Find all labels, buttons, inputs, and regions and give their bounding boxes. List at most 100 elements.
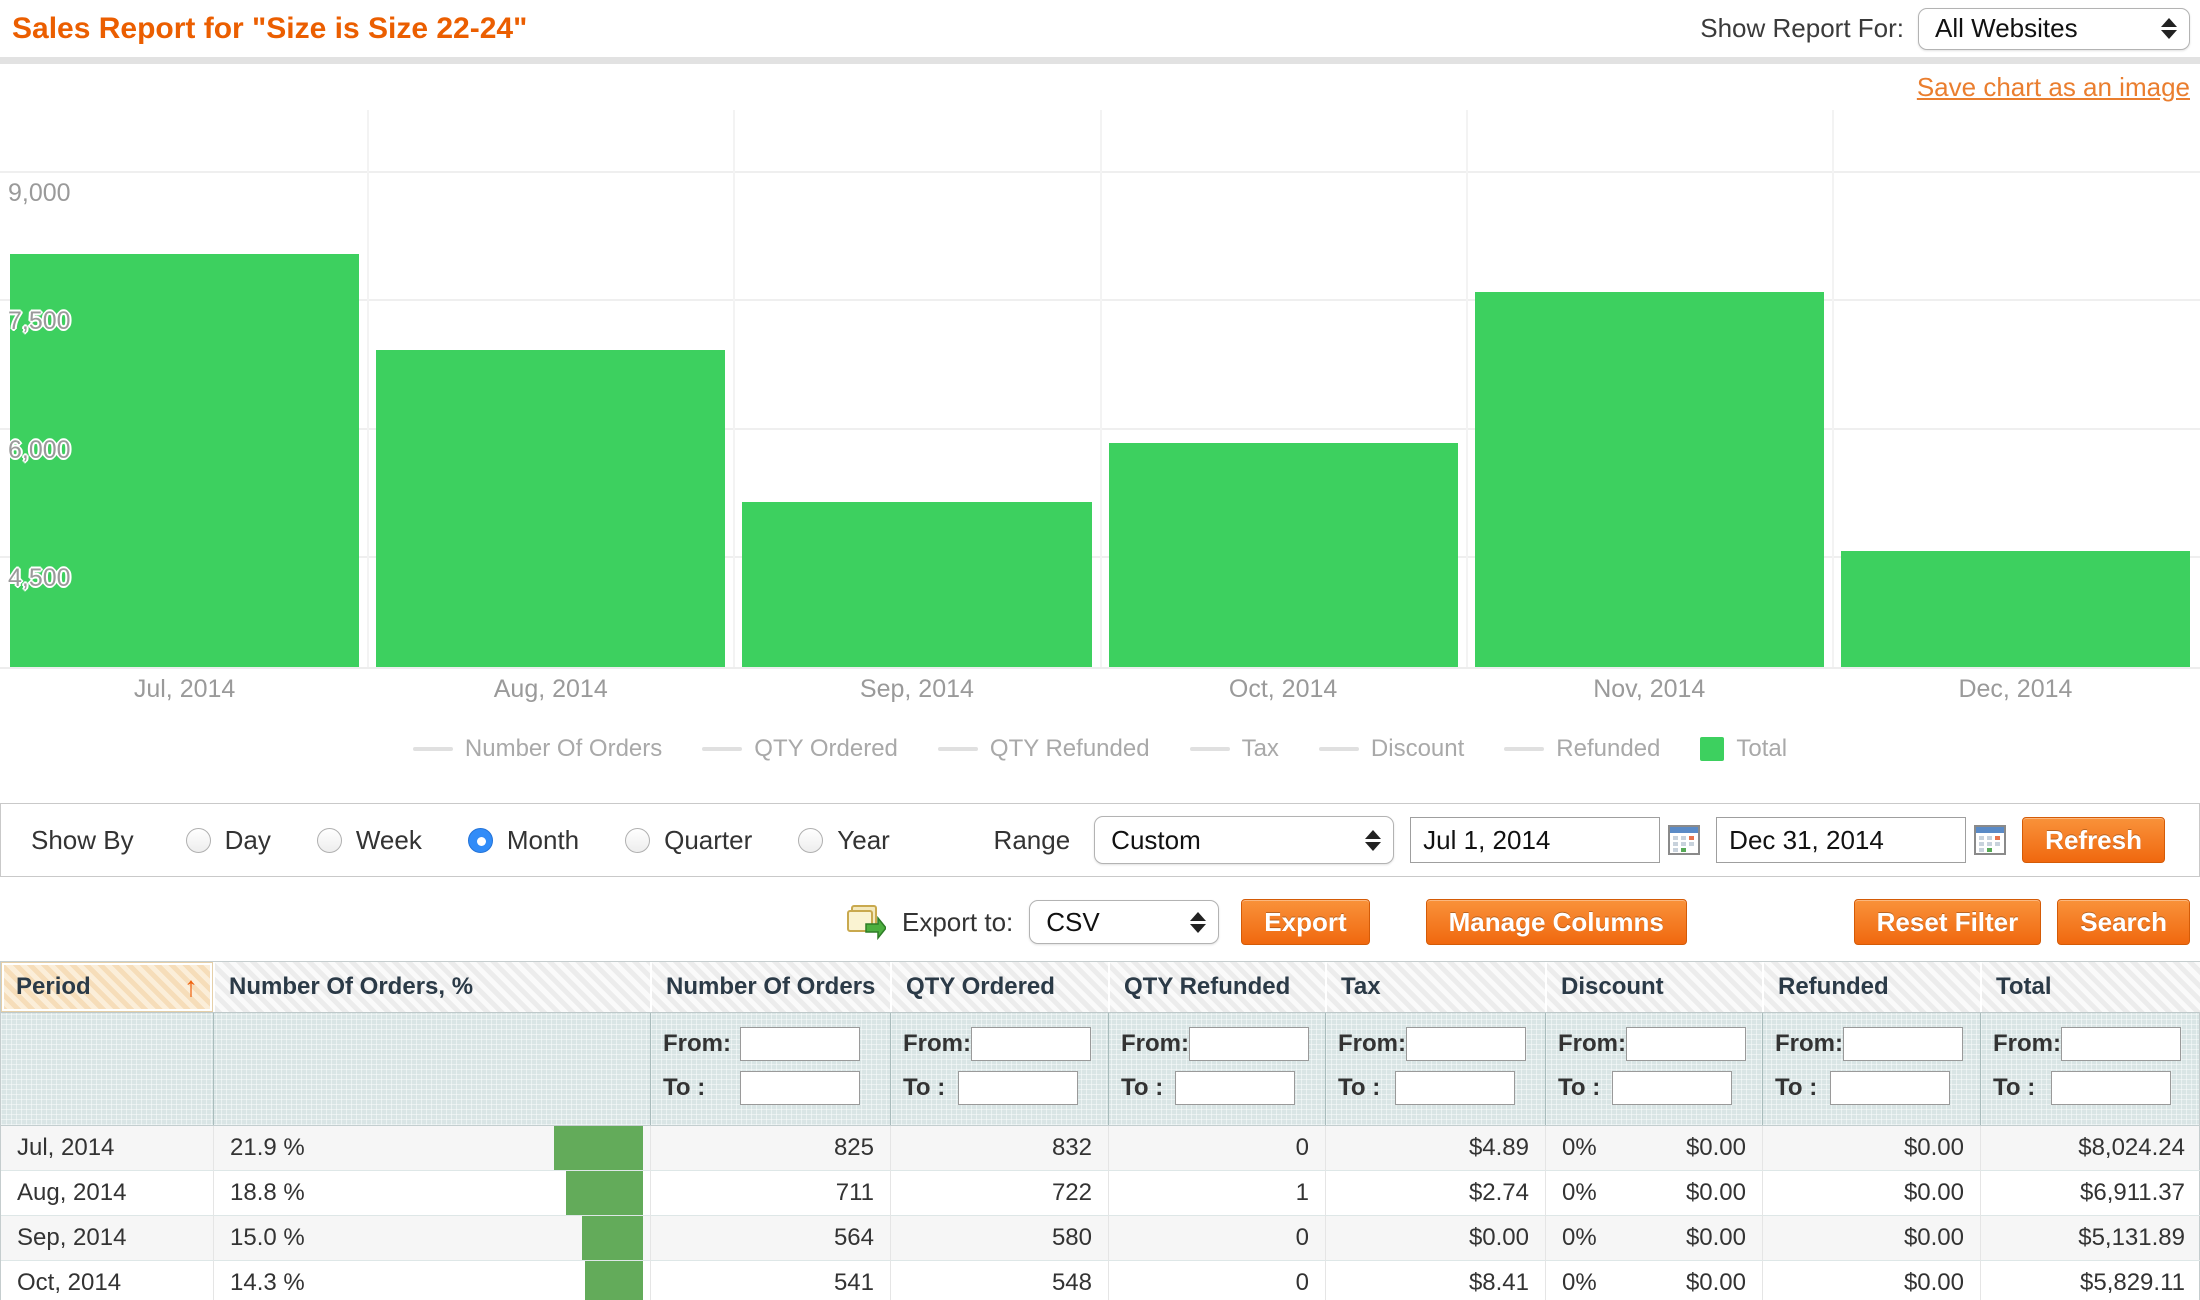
sort-asc-icon[interactable]: ↑ <box>184 971 198 1003</box>
manage-columns-button[interactable]: Manage Columns <box>1426 899 1687 945</box>
filter-tax-to-input[interactable] <box>1395 1071 1515 1105</box>
date-from-input[interactable] <box>1410 817 1660 863</box>
cell-orders-pct: 15.0 % <box>213 1216 650 1261</box>
legend-item[interactable]: Number Of Orders <box>413 735 662 763</box>
refresh-button[interactable]: Refresh <box>2022 817 2165 863</box>
column-header-refunded[interactable]: Refunded <box>1762 962 1980 1012</box>
legend-item-total[interactable]: Total <box>1700 735 1787 763</box>
column-header-orders-pct[interactable]: Number Of Orders, % <box>213 962 650 1012</box>
bar-column-sep <box>742 110 1091 667</box>
table-filter-row: From: To : From: To : From: To : From: T… <box>1 1012 2199 1126</box>
range-select[interactable]: Custom <box>1094 816 1394 864</box>
legend-dash-icon <box>702 747 742 751</box>
date-to-input[interactable] <box>1716 817 1966 863</box>
radio-day[interactable]: Day <box>186 825 271 856</box>
filter-total-to-input[interactable] <box>2051 1071 2171 1105</box>
legend-item[interactable]: Tax <box>1190 735 1279 763</box>
table-row[interactable]: Aug, 2014 18.8 % 711 722 1 $2.74 0%$0.00… <box>1 1171 2199 1216</box>
show-by-label: Show By <box>31 825 134 856</box>
save-chart-link[interactable]: Save chart as an image <box>1917 72 2190 103</box>
percent-bar <box>585 1261 643 1300</box>
range-label: Range <box>994 825 1071 856</box>
cell-qty-refunded: 0 <box>1108 1261 1325 1300</box>
calendar-icon[interactable] <box>1668 824 1700 856</box>
select-arrows-icon <box>1365 830 1381 851</box>
cell-discount: 0%$0.00 <box>1545 1126 1762 1171</box>
column-header-discount[interactable]: Discount <box>1545 962 1762 1012</box>
filter-refunded-to-input[interactable] <box>1830 1071 1950 1105</box>
radio-checked-icon[interactable] <box>468 828 493 853</box>
calendar-icon[interactable] <box>1974 824 2006 856</box>
radio-icon[interactable] <box>317 828 342 853</box>
export-format-select[interactable]: CSV <box>1029 900 1219 944</box>
table-row[interactable]: Oct, 2014 14.3 % 541 548 0 $8.41 0%$0.00… <box>1 1261 2199 1300</box>
chart-bar <box>1109 443 1458 667</box>
column-header-orders[interactable]: Number Of Orders <box>650 962 890 1012</box>
export-button[interactable]: Export <box>1241 899 1369 945</box>
chart-bar <box>376 350 725 667</box>
filter-refunded-from-input[interactable] <box>1843 1027 1963 1061</box>
filter-cell-refunded: From: To : <box>1762 1013 1980 1125</box>
show-report-for-label: Show Report For: <box>1700 13 1904 44</box>
filter-discount-to-input[interactable] <box>1612 1071 1732 1105</box>
cell-orders: 711 <box>650 1171 890 1216</box>
column-header-qty-refunded[interactable]: QTY Refunded <box>1108 962 1325 1012</box>
cell-tax: $0.00 <box>1325 1216 1545 1261</box>
radio-icon[interactable] <box>625 828 650 853</box>
radio-quarter[interactable]: Quarter <box>625 825 752 856</box>
filter-cell-qty-refunded: From: To : <box>1108 1013 1325 1125</box>
filter-orders-to-input[interactable] <box>740 1071 860 1105</box>
filter-qty-ordered-to-input[interactable] <box>958 1071 1078 1105</box>
filter-qty-ordered-from-input[interactable] <box>971 1027 1091 1061</box>
legend-item[interactable]: Refunded <box>1504 735 1660 763</box>
percent-bar <box>582 1216 643 1260</box>
cell-discount: 0%$0.00 <box>1545 1216 1762 1261</box>
radio-week[interactable]: Week <box>317 825 422 856</box>
percent-bar <box>554 1126 643 1170</box>
radio-icon[interactable] <box>798 828 823 853</box>
cell-total: $8,024.24 <box>1980 1126 2200 1171</box>
period-filter-bar: Show By Day Week Month Quarter Year Rang… <box>0 803 2200 877</box>
legend-item[interactable]: QTY Ordered <box>702 735 898 763</box>
table-row[interactable]: Sep, 2014 15.0 % 564 580 0 $0.00 0%$0.00… <box>1 1216 2199 1261</box>
filter-total-from-input[interactable] <box>2061 1027 2181 1061</box>
website-select[interactable]: All Websites <box>1918 8 2190 50</box>
cell-tax: $8.41 <box>1325 1261 1545 1300</box>
cell-qty-refunded: 1 <box>1108 1171 1325 1216</box>
radio-year[interactable]: Year <box>798 825 890 856</box>
legend-dash-icon <box>413 747 453 751</box>
chart-bar <box>1841 551 2190 667</box>
column-header-total[interactable]: Total <box>1980 962 2200 1012</box>
x-label: Nov, 2014 <box>1475 675 1824 704</box>
export-icon <box>846 904 886 940</box>
x-label: Dec, 2014 <box>1841 675 2190 704</box>
legend-item[interactable]: Discount <box>1319 735 1464 763</box>
cell-refunded: $0.00 <box>1762 1261 1980 1300</box>
cell-total: $6,911.37 <box>1980 1171 2200 1216</box>
reset-filter-button[interactable]: Reset Filter <box>1854 899 2042 945</box>
cell-period: Aug, 2014 <box>1 1171 213 1216</box>
chart-x-labels: Jul, 2014 Aug, 2014 Sep, 2014 Oct, 2014 … <box>0 669 2200 709</box>
legend-item[interactable]: QTY Refunded <box>938 735 1150 763</box>
x-label: Oct, 2014 <box>1109 675 1458 704</box>
filter-cell-tax: From: To : <box>1325 1013 1545 1125</box>
select-arrows-icon <box>1190 912 1206 933</box>
filter-discount-from-input[interactable] <box>1626 1027 1746 1061</box>
cell-orders: 564 <box>650 1216 890 1261</box>
chart-bars <box>0 110 2200 667</box>
radio-icon[interactable] <box>186 828 211 853</box>
column-header-qty-ordered[interactable]: QTY Ordered <box>890 962 1108 1012</box>
filter-qty-refunded-to-input[interactable] <box>1175 1071 1295 1105</box>
radio-month[interactable]: Month <box>468 825 579 856</box>
filter-cell-orders-pct <box>213 1013 650 1125</box>
cell-qty-ordered: 548 <box>890 1261 1108 1300</box>
chart-legend: Number Of Orders QTY Ordered QTY Refunde… <box>0 733 2200 765</box>
table-row[interactable]: Jul, 2014 21.9 % 825 832 0 $4.89 0%$0.00… <box>1 1126 2199 1171</box>
filter-tax-from-input[interactable] <box>1406 1027 1526 1061</box>
column-header-period[interactable]: Period ↑ <box>1 962 213 1012</box>
column-header-tax[interactable]: Tax <box>1325 962 1545 1012</box>
filter-qty-refunded-from-input[interactable] <box>1189 1027 1309 1061</box>
filter-orders-from-input[interactable] <box>740 1027 860 1061</box>
search-button[interactable]: Search <box>2057 899 2190 945</box>
cell-orders: 825 <box>650 1126 890 1171</box>
